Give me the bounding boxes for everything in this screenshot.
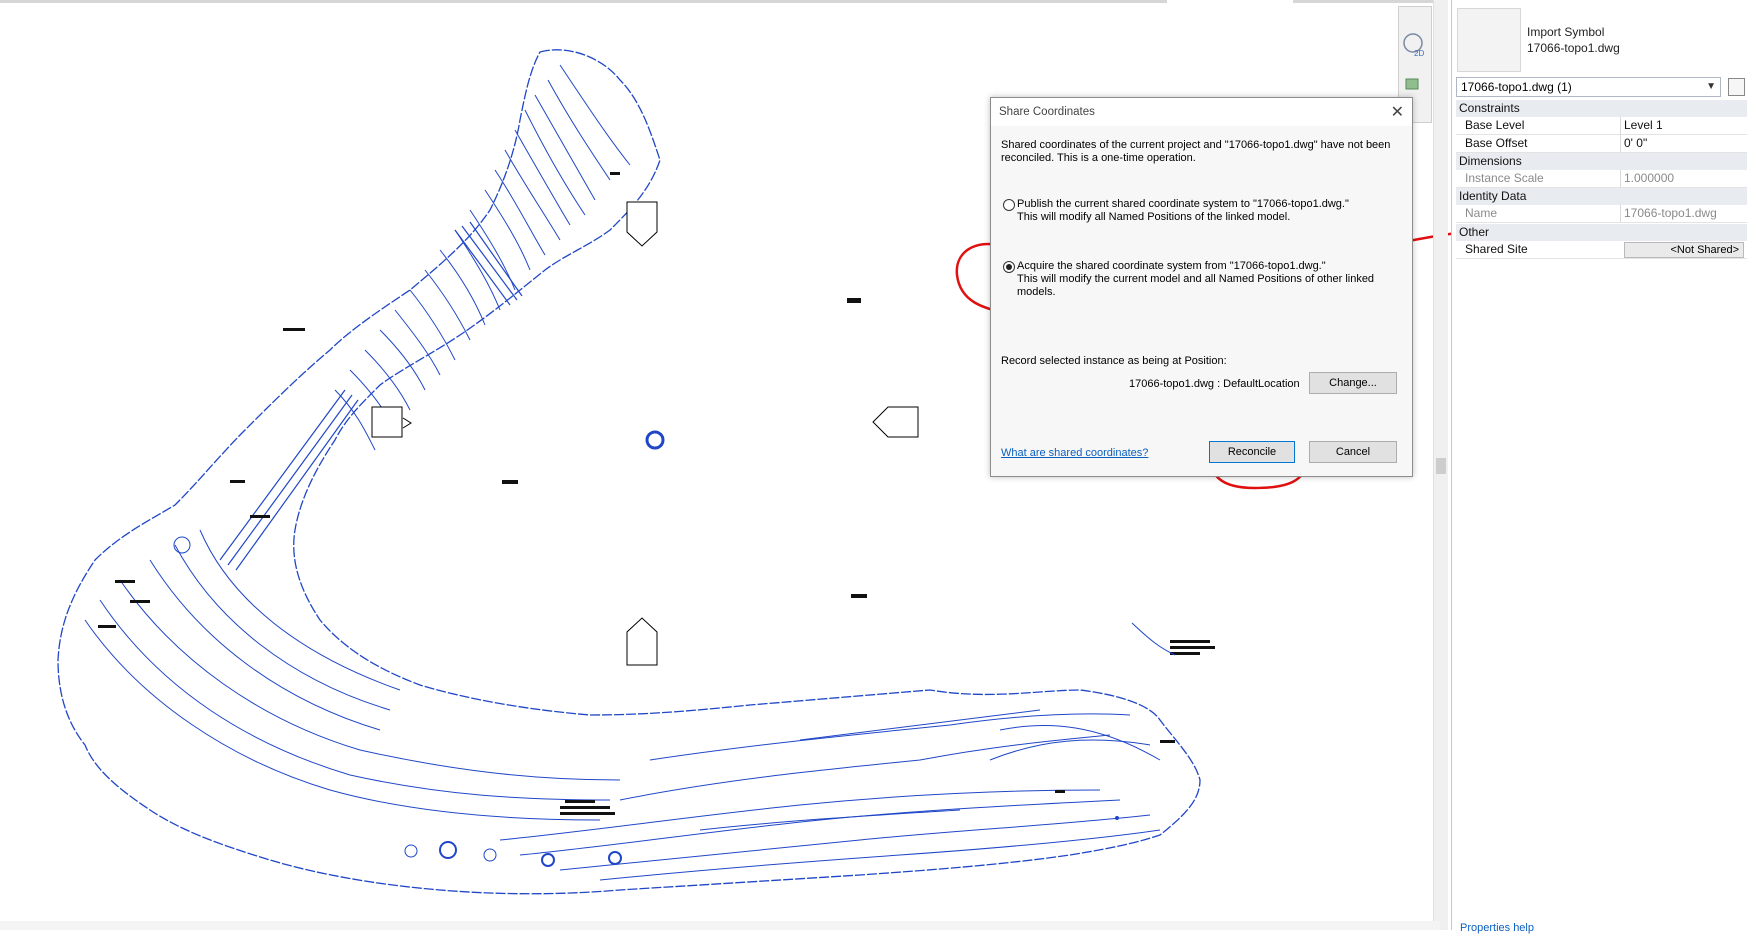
edit-type-icon[interactable]: [1728, 78, 1745, 96]
top-border-right: [1293, 0, 1433, 3]
contour-lines-lower: [84, 529, 1161, 881]
properties-panel: Import Symbol 17066-topo1.dwg 17066-topo…: [1451, 0, 1747, 934]
property-value: 17066-topo1.dwg: [1624, 206, 1717, 220]
selector-value: 17066-topo1.dwg (1): [1461, 80, 1572, 94]
type-name: 17066-topo1.dwg: [1527, 41, 1620, 55]
top-border: [0, 0, 1167, 3]
property-name: Instance Scale: [1465, 171, 1544, 185]
type-preview-thumbnail: [1457, 8, 1521, 72]
shared-coordinates-help-link[interactable]: What are shared coordinates?: [1001, 447, 1148, 459]
property-value[interactable]: Level 1: [1624, 117, 1663, 134]
intro-text-line2: reconciled. This is a one-time operation…: [1001, 152, 1196, 164]
row-name: Name 17066-topo1.dwg: [1456, 205, 1747, 223]
chevron-down-icon[interactable]: ▼: [1706, 78, 1716, 96]
cell-divider: [1620, 117, 1621, 134]
acquire-radio[interactable]: [1003, 261, 1015, 273]
acquire-option-line3: models.: [1017, 286, 1056, 298]
scrollbar-thumb[interactable]: [1436, 458, 1446, 474]
type-family-name: Import Symbol: [1527, 25, 1605, 39]
dialog-titlebar[interactable]: Share Coordinates ✕: [991, 98, 1412, 126]
position-value: 17066-topo1.dwg : DefaultLocation: [1129, 378, 1300, 390]
cell-divider: [1620, 135, 1621, 152]
share-coordinates-dialog: Share Coordinates ✕ Shared coordinates o…: [990, 97, 1413, 477]
row-base-offset[interactable]: Base Offset 0' 0": [1456, 135, 1747, 153]
cancel-button[interactable]: Cancel: [1309, 441, 1397, 463]
cell-divider: [1620, 205, 1621, 222]
reconcile-button[interactable]: Reconcile: [1209, 441, 1295, 463]
dialog-title: Share Coordinates: [999, 106, 1095, 118]
row-shared-site[interactable]: Shared Site <Not Shared>: [1456, 241, 1747, 259]
elevation-markers: [371, 201, 919, 666]
group-dimensions[interactable]: Dimensions: [1456, 153, 1747, 170]
group-constraints[interactable]: Constraints: [1456, 100, 1747, 117]
record-position-label: Record selected instance as being at Pos…: [1001, 355, 1227, 367]
shared-site-button[interactable]: <Not Shared>: [1624, 242, 1744, 258]
intro-text-line1: Shared coordinates of the current projec…: [1001, 139, 1391, 151]
property-name: Base Level: [1465, 118, 1525, 132]
publish-option-line1[interactable]: Publish the current shared coordinate sy…: [1017, 198, 1349, 211]
status-bar: [0, 921, 1440, 930]
publish-radio[interactable]: [1003, 199, 1015, 211]
row-instance-scale: Instance Scale 1.000000: [1456, 170, 1747, 188]
property-name: Name: [1465, 206, 1498, 220]
group-other[interactable]: Other: [1456, 224, 1747, 241]
properties-help-link[interactable]: Properties help: [1460, 922, 1534, 934]
acquire-option-line1[interactable]: Acquire the shared coordinate system fro…: [1017, 260, 1326, 273]
close-icon[interactable]: ✕: [1391, 102, 1404, 122]
instance-selector-dropdown[interactable]: 17066-topo1.dwg (1) ▼: [1456, 77, 1721, 97]
property-value[interactable]: 0' 0": [1624, 135, 1647, 152]
property-value: 1.000000: [1624, 171, 1675, 185]
contour-lines-upper: [334, 64, 631, 451]
leader-line: [1131, 622, 1176, 656]
publish-option-line2: This will modify all Named Positions of …: [1017, 211, 1291, 223]
row-base-level[interactable]: Base Level Level 1: [1456, 117, 1747, 135]
group-identity-data[interactable]: Identity Data: [1456, 188, 1747, 205]
property-name: Base Offset: [1465, 136, 1528, 150]
property-name: Shared Site: [1465, 242, 1528, 256]
acquire-option-line2: This will modify the current model and a…: [1017, 273, 1375, 285]
change-button[interactable]: Change...: [1309, 372, 1397, 394]
cell-divider: [1620, 170, 1621, 187]
svg-text:2D: 2D: [1414, 49, 1424, 58]
